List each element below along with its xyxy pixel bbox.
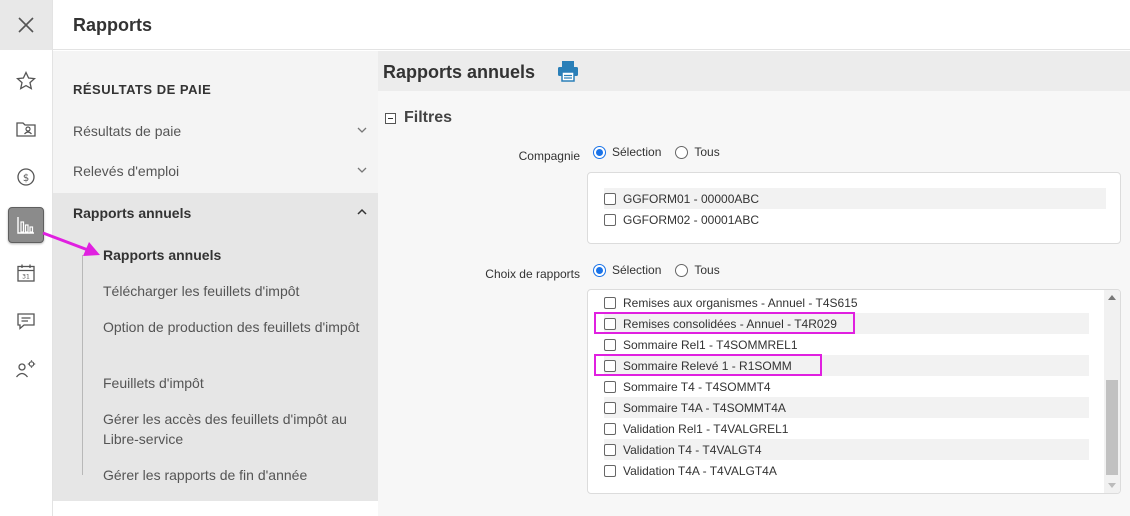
chevron-up-icon xyxy=(357,208,367,215)
list-item-label: Remises aux organismes - Annuel - T4S615 xyxy=(623,295,858,310)
annual-reports-submenu: Rapports annuels Télécharger les feuille… xyxy=(53,233,378,501)
highlight-box xyxy=(594,312,855,334)
report-list[interactable]: Remises aux organismes - Annuel - T4S615… xyxy=(587,289,1121,494)
employee-files-button[interactable] xyxy=(0,112,52,146)
user-settings-button[interactable] xyxy=(0,352,52,386)
menu-section-title: RÉSULTATS DE PAIE xyxy=(73,82,212,97)
list-item[interactable]: GGFORM01 - 00000ABC xyxy=(604,188,1106,209)
report-choice-label: Choix de rapports xyxy=(485,267,580,281)
main-content: Rapports annuels Filtres Compagnie Sélec… xyxy=(378,51,1130,516)
report-option-selection[interactable]: Sélection xyxy=(593,263,661,277)
checkbox[interactable] xyxy=(604,192,616,205)
top-bar: Rapports xyxy=(53,0,1130,50)
bar-chart-icon xyxy=(17,217,34,234)
chevron-down-icon xyxy=(357,127,367,133)
checkbox[interactable] xyxy=(604,401,616,414)
annotation-arrow xyxy=(42,231,100,256)
user-settings-icon xyxy=(15,360,36,378)
menu-item-label: Relevés d'emploi xyxy=(73,163,180,179)
company-radio-group: Sélection Tous xyxy=(593,145,734,159)
close-button[interactable] xyxy=(0,0,52,50)
checkbox[interactable] xyxy=(604,380,616,393)
list-item[interactable]: Validation T4A - T4VALGT4A xyxy=(604,460,1089,481)
scroll-down-arrow[interactable] xyxy=(1108,483,1116,488)
menu-item-payroll-results[interactable]: Résultats de paie xyxy=(53,111,378,151)
checkbox[interactable] xyxy=(604,422,616,435)
checkbox[interactable] xyxy=(604,338,616,351)
company-option-all[interactable]: Tous xyxy=(675,145,720,159)
scroll-up-arrow[interactable] xyxy=(1108,295,1116,300)
submenu-item-year-end-reports[interactable]: Gérer les rapports de fin d'année xyxy=(103,465,363,485)
list-item[interactable]: Validation Rel1 - T4VALGREL1 xyxy=(604,418,1089,439)
highlight-box xyxy=(594,354,822,376)
content-header: Rapports annuels xyxy=(378,51,1130,91)
employee-folder-icon xyxy=(16,122,36,137)
menu-item-label: Rapports annuels xyxy=(73,205,192,221)
list-item[interactable]: Sommaire T4A - T4SOMMT4A xyxy=(604,397,1089,418)
checkbox[interactable] xyxy=(604,443,616,456)
radio-label: Tous xyxy=(694,145,720,159)
list-item[interactable]: GGFORM02 - 00001ABC xyxy=(604,209,1106,230)
page-title: Rapports annuels xyxy=(383,62,536,82)
radio-label: Sélection xyxy=(612,263,662,277)
checkbox[interactable] xyxy=(604,213,616,226)
svg-text:$: $ xyxy=(23,173,29,184)
list-item[interactable]: Sommaire T4 - T4SOMMT4 xyxy=(604,376,1089,397)
menu-item-annual-reports[interactable]: Rapports annuels xyxy=(53,193,378,233)
star-icon xyxy=(16,71,36,90)
radio-label: Tous xyxy=(694,263,720,277)
submenu-item-tax-slips[interactable]: Feuillets d'impôt xyxy=(103,373,363,393)
company-list: GGFORM01 - 00000ABC GGFORM02 - 00001ABC xyxy=(587,172,1121,244)
close-icon xyxy=(18,17,34,33)
list-item[interactable]: Remises aux organismes - Annuel - T4S615 xyxy=(604,292,1089,313)
messages-button[interactable] xyxy=(0,304,52,338)
submenu-guide-line xyxy=(82,255,83,475)
list-item-label: GGFORM01 - 00000ABC xyxy=(623,191,760,206)
list-item-label: Sommaire T4 - T4SOMMT4 xyxy=(623,379,771,394)
payroll-button[interactable]: $ xyxy=(0,160,52,194)
filters-toggle[interactable]: Filtres xyxy=(385,109,452,127)
company-option-selection[interactable]: Sélection xyxy=(593,145,661,159)
radio-label: Sélection xyxy=(612,145,662,159)
checkbox[interactable] xyxy=(604,464,616,477)
list-item-label: GGFORM02 - 00001ABC xyxy=(623,212,760,227)
menu-item-label: Résultats de paie xyxy=(73,123,182,139)
calendar-icon: 31 xyxy=(17,264,35,282)
list-item-label: Sommaire Rel1 - T4SOMMREL1 xyxy=(623,337,798,352)
app-title: Rapports xyxy=(73,15,153,35)
radio-unchecked[interactable] xyxy=(675,145,689,159)
list-item-label: Validation Rel1 - T4VALGREL1 xyxy=(623,421,789,436)
filters-label: Filtres xyxy=(404,109,453,126)
radio-checked[interactable] xyxy=(593,263,606,277)
submenu-item-self-service-access[interactable]: Gérer les accès des feuillets d'impôt au… xyxy=(103,409,363,449)
calendar-button[interactable]: 31 xyxy=(0,256,52,290)
dollar-icon: $ xyxy=(17,168,35,186)
scrollbar[interactable] xyxy=(1104,290,1120,493)
report-option-all[interactable]: Tous xyxy=(675,263,720,277)
chevron-down-icon xyxy=(357,167,367,173)
message-icon xyxy=(17,313,35,330)
list-item[interactable]: Sommaire Rel1 - T4SOMMREL1 xyxy=(604,334,1089,355)
scroll-thumb[interactable] xyxy=(1106,380,1118,475)
submenu-item-annual-reports[interactable]: Rapports annuels xyxy=(103,245,363,265)
list-item-label: Validation T4A - T4VALGT4A xyxy=(623,463,777,478)
company-label: Compagnie xyxy=(518,149,580,163)
radio-unchecked[interactable] xyxy=(675,263,689,277)
checkbox[interactable] xyxy=(604,296,616,309)
submenu-item-download-tax-slips[interactable]: Télécharger les feuillets d'impôt xyxy=(103,281,363,301)
list-item-label: Validation T4 - T4VALGT4 xyxy=(623,442,762,457)
radio-checked[interactable] xyxy=(593,145,606,159)
navigation-menu: RÉSULTATS DE PAIE Résultats de paie Rele… xyxy=(53,51,378,501)
favorites-button[interactable] xyxy=(0,64,52,98)
submenu-item-tax-slip-production-option[interactable]: Option de production des feuillets d'imp… xyxy=(103,317,363,337)
report-radio-group: Sélection Tous xyxy=(593,263,734,277)
list-item[interactable]: Validation T4 - T4VALGT4 xyxy=(604,439,1089,460)
menu-item-records-of-employment[interactable]: Relevés d'emploi xyxy=(53,151,378,191)
svg-text:31: 31 xyxy=(22,274,30,281)
collapse-icon xyxy=(385,112,396,124)
print-icon[interactable] xyxy=(556,59,580,83)
list-item-label: Sommaire T4A - T4SOMMT4A xyxy=(623,400,786,415)
